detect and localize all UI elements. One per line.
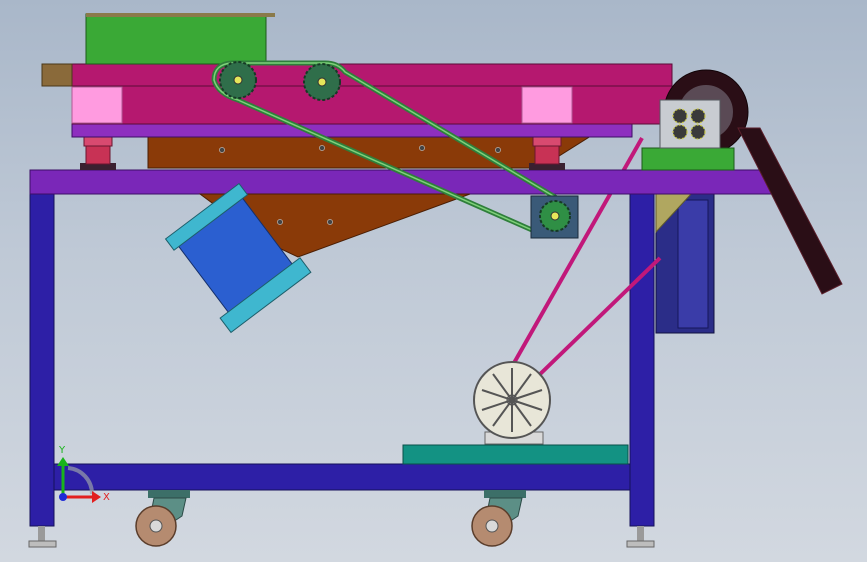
left-caster [135,490,190,547]
left-leg [29,192,55,527]
left-pink-block [71,86,123,124]
y-axis-label: Y [58,445,66,456]
left-foot-pad [28,540,57,548]
right-leg [629,192,655,527]
feed-lip [41,63,73,87]
middle-sprocket [303,63,341,101]
lower-crossbar [53,463,631,491]
spring-coil [534,145,560,165]
cad-viewport[interactable]: Y X [0,0,867,562]
column-inner-panel [677,199,709,329]
right-foot-pad [626,540,655,548]
feed-hopper-rim [86,13,275,17]
caster-wheel-hub [149,519,163,533]
machine-assembly-drawing: Y X [28,13,843,548]
screen-box-body [71,85,673,125]
x-axis-label: X [103,492,110,503]
right-column-assembly [655,192,715,334]
x-axis-arrowhead [92,491,101,503]
feed-hopper-body [85,13,267,65]
caster-mount-plate [148,490,190,498]
gearbox-base [641,147,735,171]
frame-legs [28,192,655,548]
right-caster [471,490,526,547]
right-pink-block [521,86,573,124]
driven-sprocket-housing [530,195,579,239]
electric-motor [473,361,551,445]
feed-hopper [85,13,275,65]
y-axis-arrowhead [57,457,69,466]
screen-box-bottom-rail [71,123,633,138]
left-sprocket [219,61,257,99]
caster-mount-plate [484,490,526,498]
left-foot-stem [38,526,45,542]
screen-box [41,63,673,138]
swing-arm [737,127,843,295]
right-foot-stem [637,526,644,542]
axis-origin [59,493,67,501]
caster-wheel-hub [485,519,499,533]
gearbox-body [659,99,721,149]
screen-box-top [71,63,673,87]
spring-coil [85,145,111,165]
motor-base-plate [402,444,629,465]
